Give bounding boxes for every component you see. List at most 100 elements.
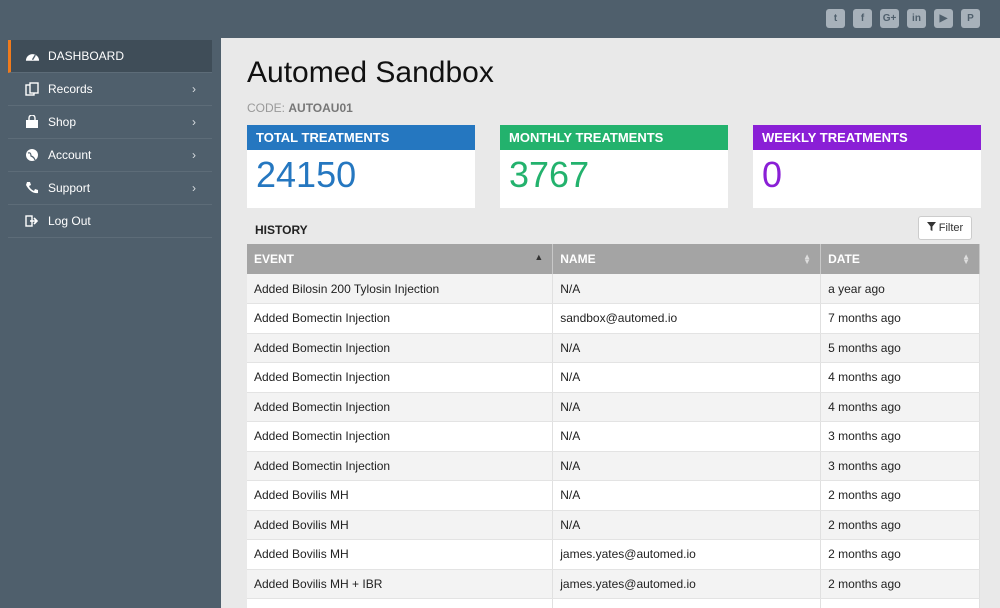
sidebar-item-label: Account [48,148,92,162]
filter-label: Filter [938,222,964,234]
table-row[interactable]: Added Bovilis MH + IBR james.yates@autome… [247,569,980,599]
name-cell [552,598,822,608]
logout-icon [24,214,40,228]
table-row[interactable]: Added Bovilis MH james.yates@automed.io 2 … [247,539,980,570]
header-label: EVENT [254,252,295,266]
linkedin-icon[interactable]: in [907,9,926,28]
filter-icon [926,222,936,234]
pinterest-icon[interactable]: P [961,9,980,28]
sidebar-item-label: Support [48,181,91,195]
records-icon [24,82,40,96]
youtube-icon[interactable]: ▶ [934,9,953,28]
code-line: CODE: AUTOAU01 [247,101,353,115]
main-content: Automed Sandbox CODE: AUTOAU01 TOTAL TRE… [221,38,1000,608]
date-cell [820,598,980,608]
sort-asc-icon: ▲ [534,252,544,262]
sidebar-item-label: Records [48,82,93,96]
card-value: 3767 [509,154,590,195]
event-cell: Added Bovilis MH + IBR [247,569,554,599]
total-treatments-card: TOTAL TREATMENTS 24150 [247,125,475,208]
table-row[interactable]: Added Bomectin Injection N/A 5 months ago [247,333,980,363]
table-row[interactable]: Added Bovilis MH N/A 2 months ago [247,510,980,540]
card-value: 24150 [256,154,357,195]
twitter-icon[interactable]: t [826,9,845,28]
event-cell: Added Bilosin 200 Tylosin Injection [247,274,554,304]
dashboard-icon [24,49,40,63]
code-label: CODE: [247,101,286,115]
sidebar-item-log-out[interactable]: Log Out [8,205,212,238]
chevron-right-icon: › [192,115,196,129]
name-cell: N/A [552,480,822,511]
name-cell: james.yates@automed.io [552,539,822,570]
table-row[interactable]: Added Bomectin Injection N/A 3 months ago [247,421,980,452]
sidebar-item-dashboard[interactable]: DASHBOARD [8,40,212,73]
weekly-treatments-card: WEEKLY TREATMENTS 0 [753,125,981,208]
date-cell: 2 months ago [820,539,980,570]
table-row[interactable]: Added Bomectin Injection N/A 4 months ago [247,392,980,422]
event-cell: Added Bovilis MH [247,480,554,511]
sort-icon: ▲ ▼ [803,252,812,266]
top-bar: t f G+ in ▶ P [0,0,1000,38]
globe-icon [24,148,40,162]
date-cell: a year ago [820,274,980,304]
date-cell: 2 months ago [820,510,980,540]
history-table: EVENT ▲ NAME ▲ ▼ DATE ▲ ▼ Added Bilosin 20… [247,244,980,608]
name-cell: N/A [552,451,822,481]
event-cell [247,598,554,608]
chevron-right-icon: › [192,148,196,162]
date-cell: 4 months ago [820,362,980,393]
filter-button[interactable]: Filter [918,216,972,240]
table-row[interactable]: Added Bomectin Injection N/A 4 months ago [247,362,980,393]
event-cell: Added Bovilis MH [247,539,554,570]
sidebar-item-label: Shop [48,115,77,129]
header-label: NAME [560,252,596,266]
date-cell: 2 months ago [820,569,980,599]
card-header: TOTAL TREATMENTS [247,125,475,150]
sidebar-item-shop[interactable]: Shop › [8,106,212,139]
header-label: DATE [828,252,860,266]
sidebar-item-account[interactable]: Account › [8,139,212,172]
date-cell: 7 months ago [820,303,980,334]
table-row[interactable]: Added Bovilis MH N/A 2 months ago [247,480,980,511]
name-cell: sandbox@automed.io [552,303,822,334]
table-row[interactable]: Added Bomectin Injection N/A 3 months ago [247,451,980,481]
page-title: Automed Sandbox [247,56,494,89]
table-row[interactable]: Added Bomectin Injection sandbox@automed.… [247,303,980,334]
column-header-date[interactable]: DATE ▲ ▼ [820,244,980,274]
event-cell: Added Bomectin Injection [247,421,554,452]
card-header: WEEKLY TREATMENTS [753,125,981,150]
sidebar-item-support[interactable]: Support › [8,172,212,205]
name-cell: N/A [552,421,822,452]
card-value: 0 [762,154,783,195]
event-cell: Added Bomectin Injection [247,451,554,481]
event-cell: Added Bomectin Injection [247,392,554,422]
monthly-treatments-card: MONTHLY TREATMENTS 3767 [500,125,728,208]
date-cell: 5 months ago [820,333,980,363]
google-plus-icon[interactable]: G+ [880,9,899,28]
sidebar-item-label: DASHBOARD [48,49,125,63]
column-header-name[interactable]: NAME ▲ ▼ [552,244,822,274]
chevron-right-icon: › [192,82,196,96]
chevron-right-icon: › [192,181,196,195]
sidebar-item-label: Log Out [48,214,91,228]
phone-icon [24,181,40,195]
sidebar: DASHBOARD Records › Shop › Account › Support › Lo… [0,38,221,608]
column-header-event[interactable]: EVENT ▲ [247,244,554,274]
date-cell: 2 months ago [820,480,980,511]
date-cell: 3 months ago [820,451,980,481]
sidebar-item-records[interactable]: Records › [8,73,212,106]
table-row[interactable]: Added Bilosin 200 Tylosin Injection N/A a … [247,274,980,304]
table-row[interactable] [247,598,980,608]
event-cell: Added Bomectin Injection [247,303,554,334]
facebook-icon[interactable]: f [853,9,872,28]
sort-icon: ▲ ▼ [962,252,970,266]
date-cell: 4 months ago [820,392,980,422]
name-cell: N/A [552,274,822,304]
event-cell: Added Bovilis MH [247,510,554,540]
card-header: MONTHLY TREATMENTS [500,125,728,150]
code-value: AUTOAU01 [288,101,353,115]
name-cell: N/A [552,333,822,363]
history-heading: HISTORY [255,223,308,237]
shop-icon [24,115,40,129]
name-cell: N/A [552,510,822,540]
